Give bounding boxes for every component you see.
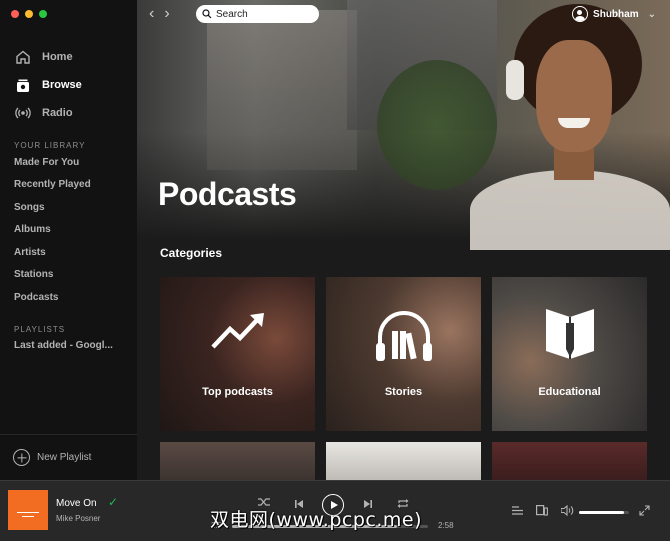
category-tile[interactable] (160, 442, 315, 480)
new-playlist-button[interactable]: New Playlist (0, 434, 137, 480)
track-name[interactable]: Move On (56, 498, 97, 509)
main-content: ‹ › Shubham ⌄ Podcasts Categories Top po… (137, 0, 670, 480)
home-icon (14, 48, 32, 66)
category-label: Educational (538, 386, 601, 398)
playlist-item[interactable]: Last added - Googl... (14, 340, 113, 351)
zoom-window-button[interactable] (39, 10, 47, 18)
category-tile-stories[interactable]: Stories (326, 277, 481, 431)
library-item-made-for-you[interactable]: Made For You (14, 151, 91, 174)
library-item-artists[interactable]: Artists (14, 241, 91, 264)
category-tile[interactable] (326, 442, 481, 480)
plus-circle-icon (13, 449, 30, 466)
headphones-image (506, 60, 524, 100)
volume-fill (579, 511, 624, 514)
category-tile-top-podcasts[interactable]: Top podcasts (160, 277, 315, 431)
category-label: Stories (384, 386, 423, 398)
tile-background-image (160, 442, 315, 480)
close-window-button[interactable] (11, 10, 19, 18)
library-item-stations[interactable]: Stations (14, 264, 91, 287)
open-book-icon (545, 309, 594, 359)
nav-item-home[interactable]: Home (14, 43, 82, 71)
search-input[interactable] (216, 8, 306, 20)
volume-icon[interactable] (561, 505, 574, 516)
chevron-right-icon[interactable]: › (164, 6, 169, 22)
album-cover[interactable] (8, 490, 48, 530)
trending-up-icon (210, 313, 264, 349)
library-item-podcasts[interactable]: Podcasts (14, 286, 91, 309)
user-name: Shubham (593, 8, 639, 20)
library-list: Made For You Recently Played Songs Album… (14, 151, 91, 309)
hero-person-image (470, 0, 670, 250)
headphones-books-icon (375, 311, 432, 361)
tile-background-image (492, 442, 647, 480)
sidebar: Home Browse Radio YOUR LIBRARY Made For … (0, 0, 137, 480)
browse-icon (14, 76, 32, 94)
watermark-text: 双电网(www.pcpc.me) (210, 509, 422, 531)
chevron-down-icon: ⌄ (647, 8, 656, 20)
user-avatar-icon (572, 6, 589, 22)
category-label: Top podcasts (202, 386, 273, 398)
duration: 2:58 (438, 521, 454, 530)
history-nav: ‹ › (149, 6, 170, 22)
minimize-window-button[interactable] (25, 10, 33, 18)
volume-slider[interactable] (579, 511, 629, 514)
nav-item-label: Browse (42, 79, 82, 91)
nav-item-label: Home (42, 51, 73, 63)
tile-background-image (160, 277, 315, 431)
chevron-left-icon[interactable]: ‹ (149, 6, 154, 22)
category-tile-educational[interactable]: Educational (492, 277, 647, 431)
hero-building-image (207, 10, 357, 170)
new-playlist-label: New Playlist (37, 452, 92, 463)
library-item-albums[interactable]: Albums (14, 219, 91, 242)
library-section-title: YOUR LIBRARY (14, 141, 86, 150)
artist-name[interactable]: Mike Posner (56, 514, 100, 523)
saved-check-icon[interactable]: ✓ (108, 495, 118, 509)
page-title: Podcasts (158, 176, 297, 212)
queue-icon[interactable] (512, 506, 523, 515)
main-nav: Home Browse Radio (14, 43, 82, 127)
library-item-songs[interactable]: Songs (14, 196, 91, 219)
playlists-section-title: PLAYLISTS (14, 325, 66, 334)
library-item-recently-played[interactable]: Recently Played (14, 174, 91, 197)
nav-item-radio[interactable]: Radio (14, 99, 82, 127)
nav-item-label: Radio (42, 107, 73, 119)
user-menu[interactable]: Shubham ⌄ (572, 6, 656, 22)
search-box[interactable] (196, 5, 319, 23)
category-tile[interactable] (492, 442, 647, 480)
window-controls (11, 10, 47, 18)
categories-heading: Categories (160, 246, 223, 260)
search-icon (202, 9, 212, 19)
radio-icon (14, 104, 32, 122)
tile-background-image (326, 442, 481, 480)
nav-item-browse[interactable]: Browse (14, 71, 82, 99)
fullscreen-icon[interactable] (639, 505, 650, 516)
devices-icon[interactable] (536, 505, 548, 516)
